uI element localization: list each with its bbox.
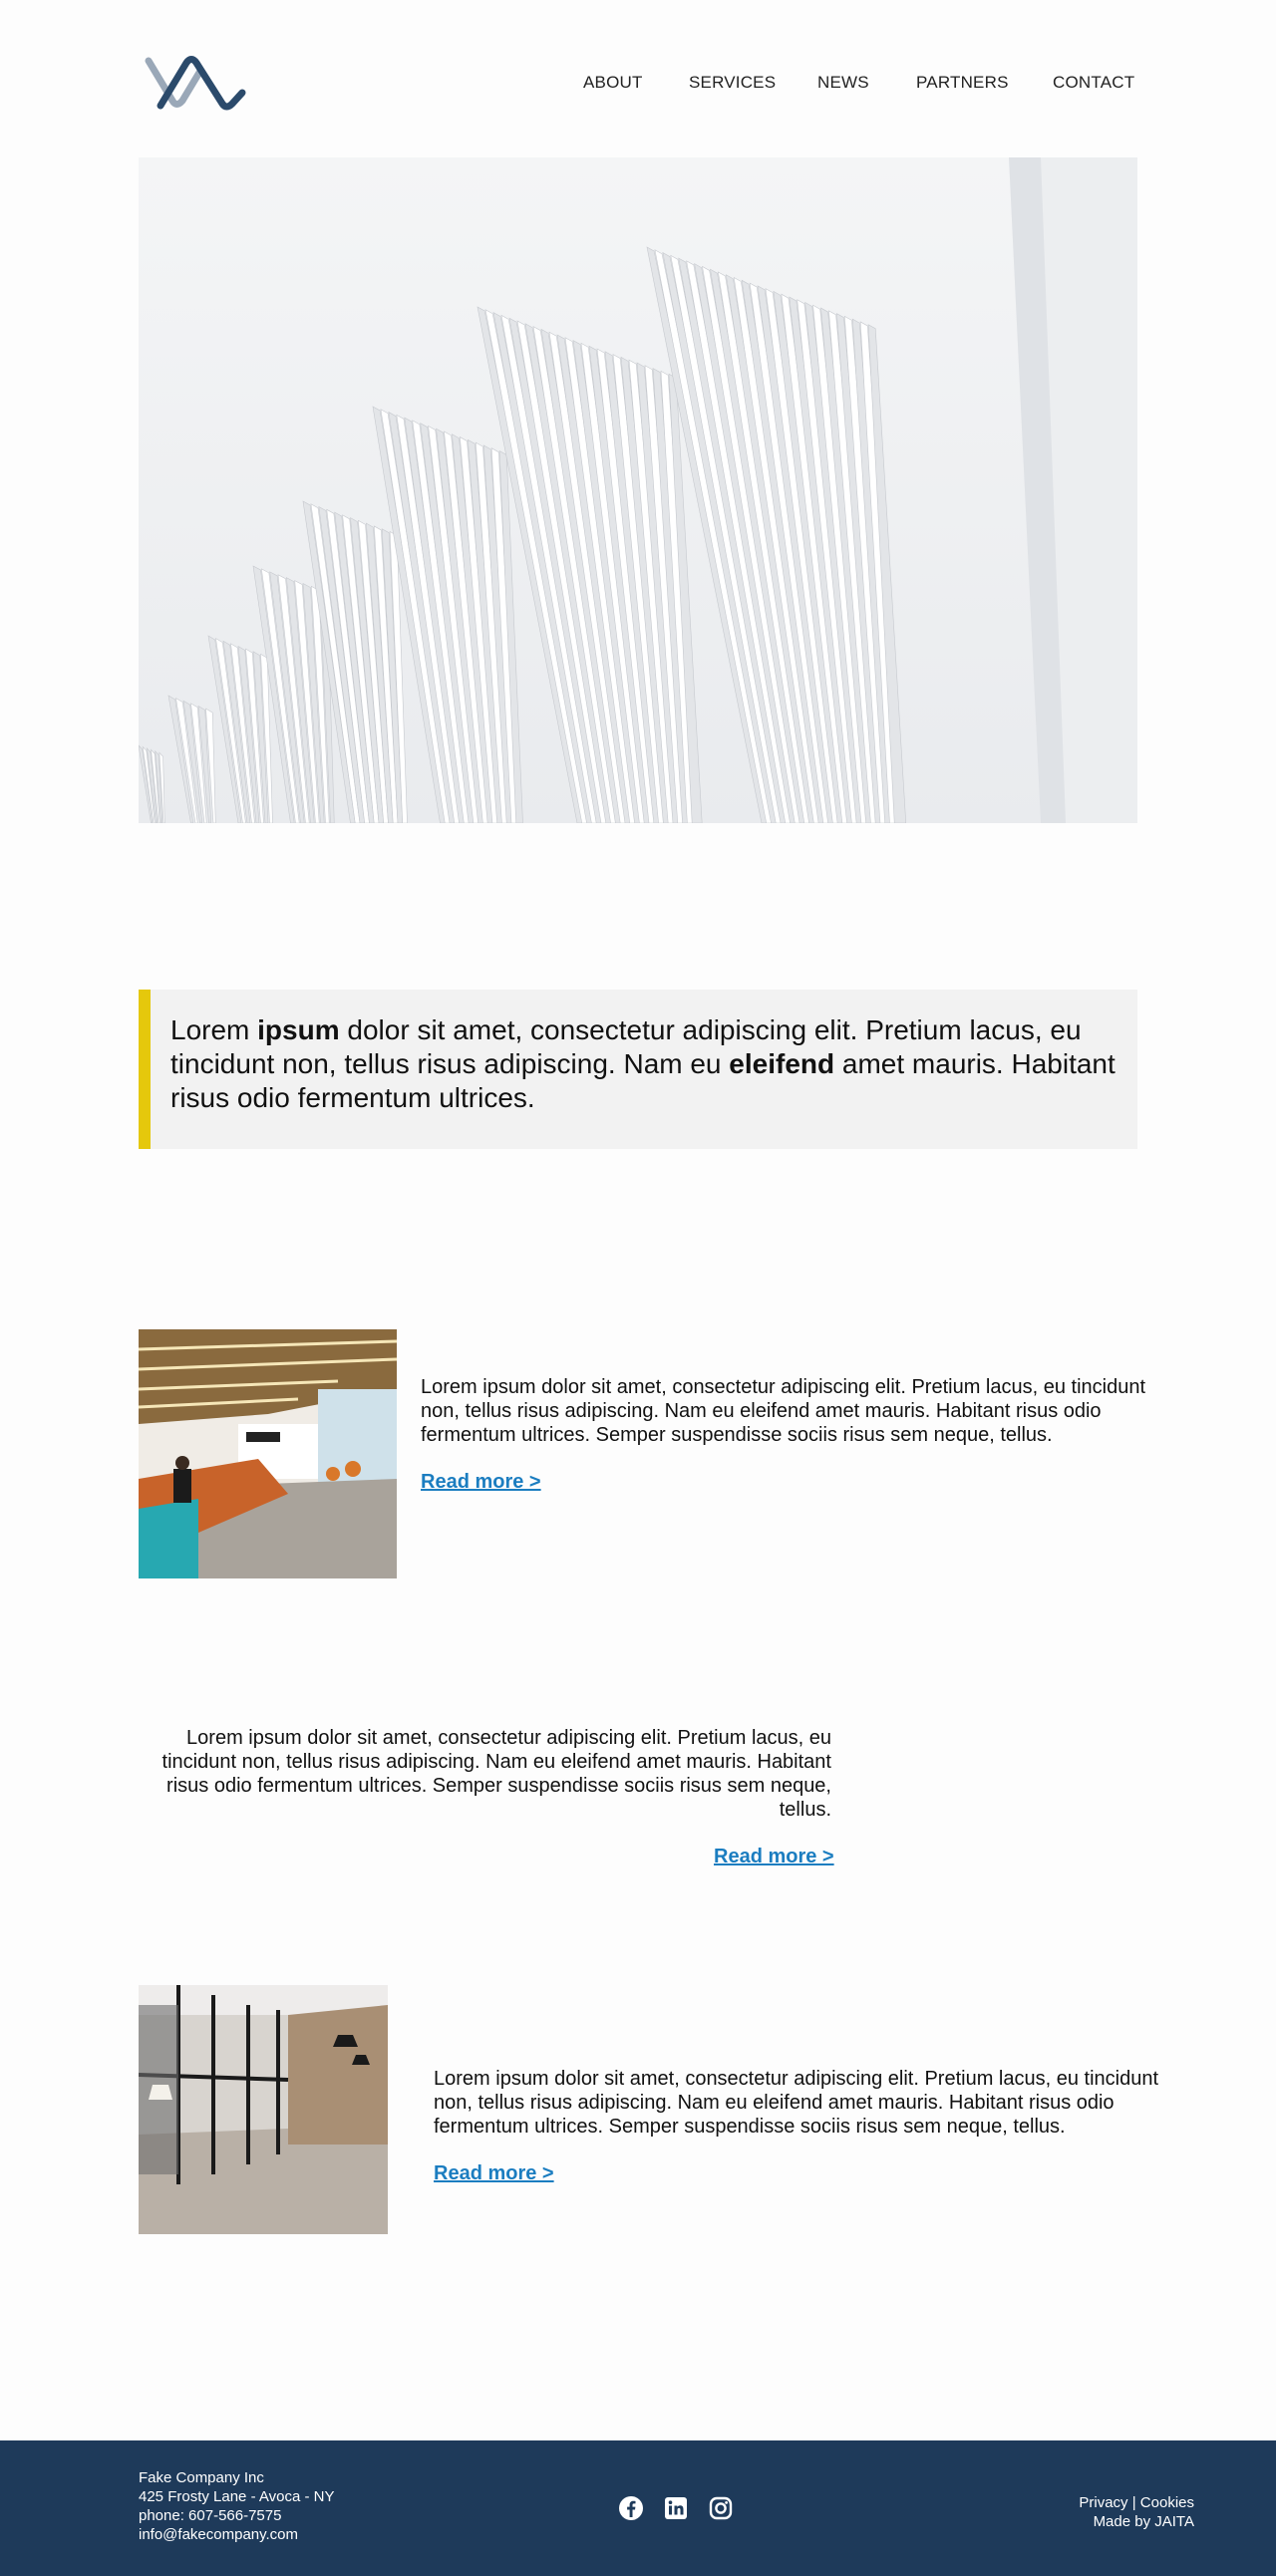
company-name: Fake Company Inc	[139, 2469, 264, 2486]
article-3-text: Lorem ipsum dolor sit amet, consectetur …	[434, 2068, 1159, 2138]
privacy-link[interactable]: Privacy	[1079, 2494, 1127, 2511]
nav-services[interactable]: SERVICES	[689, 73, 776, 93]
site-footer: Fake Company Inc 425 Frosty Lane - Avoca…	[0, 2440, 1276, 2576]
nav-partners[interactable]: PARTNERS	[916, 73, 1009, 93]
article-2-read-more-link[interactable]: Read more >	[714, 1846, 834, 1868]
company-street: 425 Frosty Lane - Avoca - NY	[139, 2488, 335, 2505]
glass-office-corridor-photo	[139, 1985, 388, 2234]
nav-contact[interactable]: CONTACT	[1053, 73, 1134, 93]
highlight-quote: Lorem ipsum dolor sit amet, consectetur …	[139, 990, 1137, 1149]
instagram-icon[interactable]	[708, 2495, 734, 2521]
quote-bold-2: eleifend	[729, 1048, 835, 1079]
linkedin-icon[interactable]	[663, 2495, 689, 2521]
company-address: Fake Company Inc 425 Frosty Lane - Avoca…	[139, 2468, 335, 2544]
main-nav: ABOUT SERVICES NEWS PARTNERS CONTACT	[0, 73, 1276, 97]
site-header: ABOUT SERVICES NEWS PARTNERS CONTACT	[0, 0, 1276, 159]
company-email[interactable]: info@fakecompany.com	[139, 2525, 335, 2544]
nav-news[interactable]: NEWS	[817, 73, 869, 93]
quote-text: Lorem ipsum dolor sit amet, consectetur …	[170, 1014, 1116, 1113]
legal-separator: |	[1127, 2494, 1140, 2511]
article-1-text: Lorem ipsum dolor sit amet, consectetur …	[421, 1376, 1146, 1446]
article-2-text: Lorem ipsum dolor sit amet, consectetur …	[161, 1727, 831, 1821]
cookies-link[interactable]: Cookies	[1140, 2494, 1194, 2511]
quote-bold-1: ipsum	[257, 1014, 340, 1045]
article-3-read-more-link[interactable]: Read more >	[434, 2162, 554, 2185]
article-1-read-more-link[interactable]: Read more >	[421, 1471, 541, 1494]
social-links	[618, 2495, 738, 2521]
nav-about[interactable]: ABOUT	[583, 73, 643, 93]
office-lobby-photo	[139, 1329, 397, 1578]
footer-legal: Privacy | Cookies Made by JAITA	[1079, 2493, 1194, 2531]
made-by-credit: Made by JAITA	[1093, 2513, 1194, 2530]
hero-image	[139, 157, 1137, 823]
facebook-icon[interactable]	[618, 2495, 644, 2521]
legal-links: Privacy | Cookies	[1079, 2493, 1194, 2512]
company-phone: phone: 607-566-7575	[139, 2507, 282, 2524]
